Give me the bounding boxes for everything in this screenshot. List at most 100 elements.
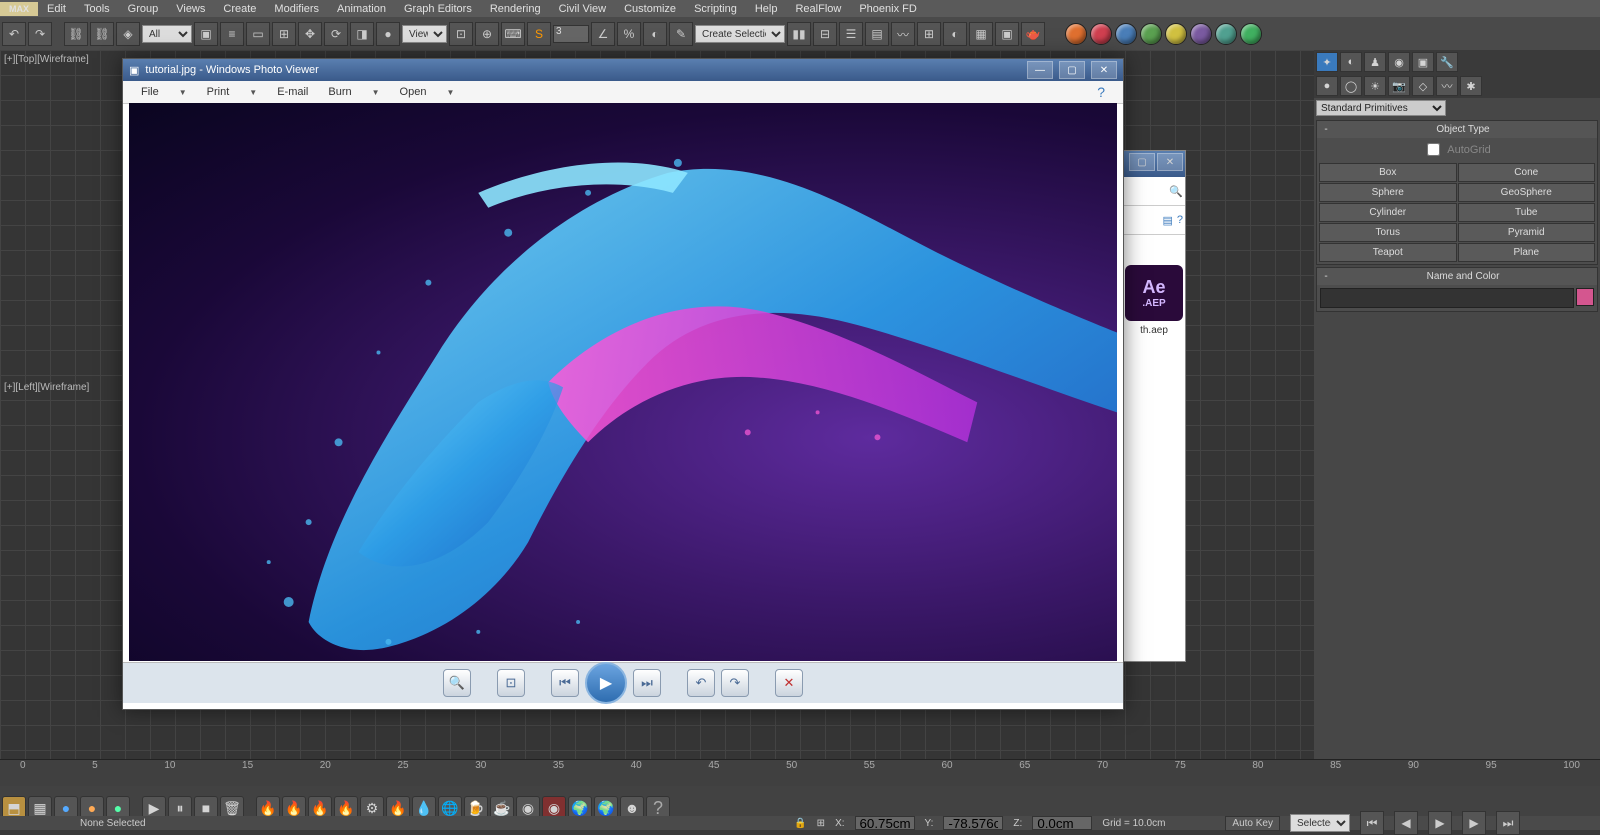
pv-fit-button[interactable]: ⊡ — [497, 669, 525, 697]
menu-modifiers[interactable]: Modifiers — [265, 1, 328, 17]
coord-icon[interactable]: ⊞ — [817, 818, 825, 829]
object-name-input[interactable] — [1320, 288, 1574, 308]
menu-grapheditors[interactable]: Graph Editors — [395, 1, 481, 17]
helpers-icon[interactable]: ◇ — [1412, 76, 1434, 96]
select-name-icon[interactable]: ≡ — [220, 22, 244, 46]
align-icon[interactable]: ⊟ — [813, 22, 837, 46]
unlink-icon[interactable]: ⛓ — [90, 22, 114, 46]
fluid-yellow-icon[interactable] — [1165, 23, 1187, 45]
next-frame-icon[interactable]: ▶ — [1462, 811, 1486, 835]
hierarchy-tab-icon[interactable]: ♟ — [1364, 52, 1386, 72]
lock-icon[interactable]: 🔒 — [794, 818, 806, 829]
goto-start-icon[interactable]: ⏮ — [1360, 811, 1384, 835]
create-tab-icon[interactable]: ✦ — [1316, 52, 1338, 72]
prev-frame-icon[interactable]: ◀ — [1394, 811, 1418, 835]
pivot-icon[interactable]: ⊡ — [449, 22, 473, 46]
pv-burn-menu[interactable]: Burn — [320, 84, 359, 100]
bind-icon[interactable]: ◈ — [116, 22, 140, 46]
pv-open-menu[interactable]: Open — [392, 84, 435, 100]
fluid-lime-icon[interactable] — [1240, 23, 1262, 45]
mirror-icon[interactable]: ▮▮ — [787, 22, 811, 46]
keyboard-icon[interactable]: ⌨ — [501, 22, 525, 46]
spinner-snap-icon[interactable]: ◐ — [643, 22, 667, 46]
autogrid-checkbox[interactable] — [1427, 143, 1440, 156]
layer-explorer-icon[interactable]: ▤ — [865, 22, 889, 46]
explorer-close-icon[interactable]: ✕ — [1157, 153, 1183, 171]
pv-file-menu[interactable]: File — [133, 84, 167, 100]
x-coord-input[interactable] — [855, 816, 915, 830]
menu-realflow[interactable]: RealFlow — [786, 1, 850, 17]
category-dropdown[interactable]: Standard Primitives — [1316, 100, 1446, 116]
geosphere-button[interactable]: GeoSphere — [1458, 183, 1596, 202]
angle-snap-icon[interactable]: ∠ — [591, 22, 615, 46]
pv-email-menu[interactable]: E-mail — [269, 84, 316, 100]
manipulate-icon[interactable]: ⊕ — [475, 22, 499, 46]
rect-select-icon[interactable]: ▭ — [246, 22, 270, 46]
lights-icon[interactable]: ☀ — [1364, 76, 1386, 96]
cone-button[interactable]: Cone — [1458, 163, 1596, 182]
tube-button[interactable]: Tube — [1458, 203, 1596, 222]
ae-file-icon[interactable]: Ae .AEP — [1125, 265, 1183, 321]
snap-spin[interactable]: 3 — [553, 25, 589, 43]
pyramid-button[interactable]: Pyramid — [1458, 223, 1596, 242]
schematic-icon[interactable]: ⊞ — [917, 22, 941, 46]
rotate-icon[interactable]: ⟳ — [324, 22, 348, 46]
modify-tab-icon[interactable]: ◐ — [1340, 52, 1362, 72]
fluid-orange-icon[interactable] — [1065, 23, 1087, 45]
pv-slideshow-button[interactable]: ▶ — [585, 662, 627, 704]
namecolor-header[interactable]: Name and Color — [1332, 271, 1594, 282]
pv-zoom-button[interactable]: 🔍 — [443, 669, 471, 697]
render-frame-icon[interactable]: ▣ — [995, 22, 1019, 46]
plane-button[interactable]: Plane — [1458, 243, 1596, 262]
percent-snap-icon[interactable]: % — [617, 22, 641, 46]
goto-end-icon[interactable]: ⏭ — [1496, 811, 1520, 835]
render-setup-icon[interactable]: ▦ — [969, 22, 993, 46]
menu-create[interactable]: Create — [214, 1, 265, 17]
render-icon[interactable]: 🫖 — [1021, 22, 1045, 46]
menu-phoenixfd[interactable]: Phoenix FD — [850, 1, 925, 17]
shapes-icon[interactable]: ◯ — [1340, 76, 1362, 96]
pv-close-icon[interactable]: ✕ — [1091, 61, 1117, 79]
menu-scripting[interactable]: Scripting — [685, 1, 746, 17]
viewport-left-label[interactable]: [+][Left][Wireframe] — [2, 380, 91, 395]
teapot-button[interactable]: Teapot — [1319, 243, 1457, 262]
geometry-icon[interactable]: ● — [1316, 76, 1338, 96]
objtype-header[interactable]: Object Type — [1332, 124, 1594, 135]
snap-icon[interactable]: S — [527, 22, 551, 46]
refcoord-dropdown[interactable]: View — [402, 25, 447, 43]
systems-icon[interactable]: ✱ — [1460, 76, 1482, 96]
layers-icon[interactable]: ☰ — [839, 22, 863, 46]
menu-rendering[interactable]: Rendering — [481, 1, 550, 17]
pv-maximize-icon[interactable]: ▢ — [1059, 61, 1085, 79]
pv-next-button[interactable]: ⏭ — [633, 669, 661, 697]
menu-help[interactable]: Help — [746, 1, 787, 17]
window-cross-icon[interactable]: ⊞ — [272, 22, 296, 46]
pv-rotate-ccw-button[interactable]: ↶ — [687, 669, 715, 697]
display-tab-icon[interactable]: ▣ — [1412, 52, 1434, 72]
curve-editor-icon[interactable]: 〰 — [891, 22, 915, 46]
pv-help-icon[interactable]: ? — [1089, 82, 1113, 102]
pv-rotate-cw-button[interactable]: ↷ — [721, 669, 749, 697]
material-icon[interactable]: ◐ — [943, 22, 967, 46]
edit-named-icon[interactable]: ✎ — [669, 22, 693, 46]
fluid-green-icon[interactable] — [1140, 23, 1162, 45]
explorer-search-icon[interactable]: 🔍 — [1169, 185, 1183, 198]
y-coord-input[interactable] — [943, 816, 1003, 830]
viewport-top-label[interactable]: [+][Top][Wireframe] — [2, 52, 91, 67]
select-icon[interactable]: ▣ — [194, 22, 218, 46]
explorer-view-icon[interactable]: ▤ — [1162, 214, 1172, 227]
menu-customize[interactable]: Customize — [615, 1, 685, 17]
spacewarps-icon[interactable]: 〰 — [1436, 76, 1458, 96]
sphere-button[interactable]: Sphere — [1319, 183, 1457, 202]
menu-edit[interactable]: Edit — [38, 1, 75, 17]
refcoord-icon[interactable]: ● — [376, 22, 400, 46]
scale-icon[interactable]: ◨ — [350, 22, 374, 46]
redo-icon[interactable]: ↷ — [28, 22, 52, 46]
key-filter-dropdown[interactable]: Selected — [1290, 814, 1350, 832]
menu-group[interactable]: Group — [119, 1, 168, 17]
utilities-tab-icon[interactable]: 🔧 — [1436, 52, 1458, 72]
color-swatch[interactable] — [1576, 288, 1594, 306]
motion-tab-icon[interactable]: ◉ — [1388, 52, 1410, 72]
fluid-purple-icon[interactable] — [1190, 23, 1212, 45]
menu-civilview[interactable]: Civil View — [550, 1, 615, 17]
